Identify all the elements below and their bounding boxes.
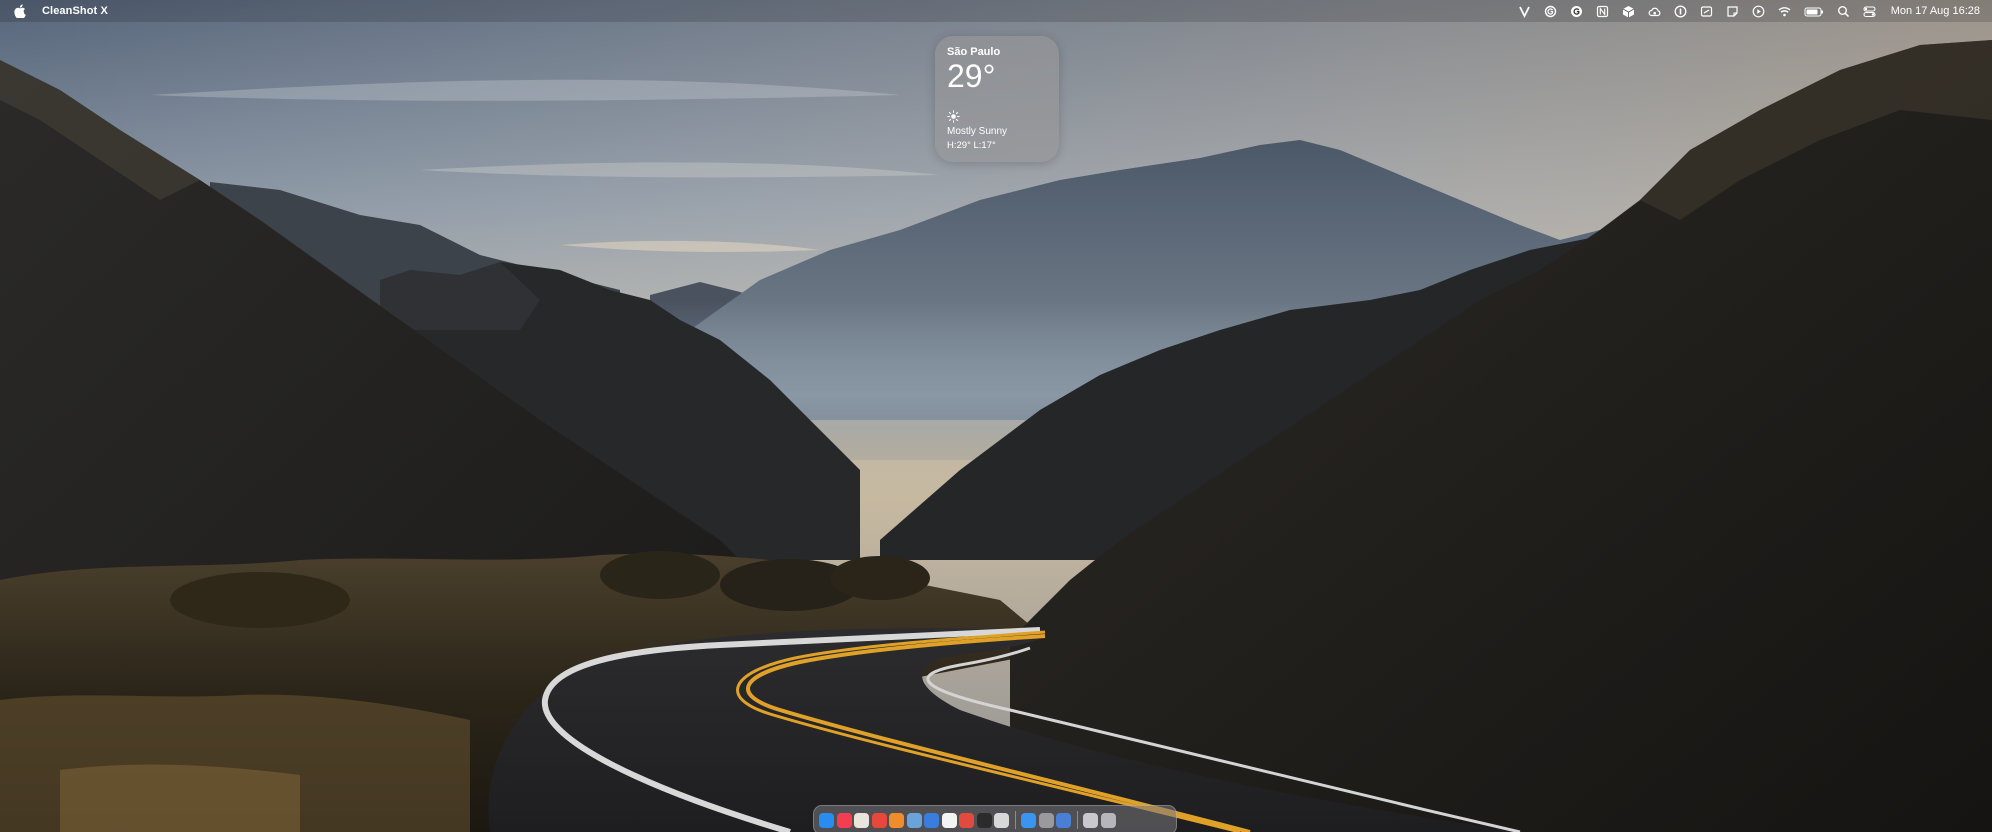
battery-icon[interactable] bbox=[1804, 5, 1824, 18]
wifi-icon[interactable] bbox=[1778, 5, 1791, 18]
weather-condition: Mostly Sunny bbox=[947, 126, 1008, 137]
dock-browser-app-icon[interactable] bbox=[1056, 812, 1071, 828]
1password-icon[interactable] bbox=[1674, 5, 1687, 18]
box-icon[interactable] bbox=[1622, 5, 1635, 18]
weather-widget[interactable]: São Paulo 29° Mostly Sunny H:29° L:17° bbox=[935, 36, 1059, 162]
weather-city: São Paulo bbox=[947, 46, 1001, 58]
grammarly-g-icon[interactable] bbox=[1570, 5, 1583, 18]
menu-bar: CleanShot X Mon 17 Aug 16:28 bbox=[0, 0, 1992, 22]
desktop: CleanShot X Mon 17 Aug 16:28 São Paulo 2… bbox=[0, 0, 1992, 832]
focus-icon[interactable] bbox=[1700, 5, 1713, 18]
dock-ball-app-icon[interactable] bbox=[994, 812, 1009, 828]
search-icon[interactable] bbox=[1837, 5, 1850, 18]
dock-system-settings-icon[interactable] bbox=[1038, 812, 1054, 828]
notion-icon[interactable] bbox=[1596, 5, 1609, 18]
dock-separator bbox=[1014, 811, 1016, 829]
control-center-icon[interactable] bbox=[1863, 5, 1876, 18]
weather-temperature: 29° bbox=[947, 58, 996, 94]
grammarly-icon[interactable] bbox=[1544, 5, 1557, 18]
dock-downloads-folder-icon[interactable] bbox=[1083, 812, 1098, 828]
sun-icon bbox=[947, 110, 960, 123]
dock-safari-icon[interactable] bbox=[1021, 812, 1036, 828]
play-icon[interactable] bbox=[1752, 5, 1765, 18]
dock-music-icon[interactable] bbox=[836, 812, 852, 828]
dock-terminal-app-icon[interactable] bbox=[976, 812, 992, 828]
vectorize-icon[interactable] bbox=[1518, 5, 1531, 18]
active-app-name[interactable]: CleanShot X bbox=[42, 5, 108, 17]
dock-photos-icon[interactable] bbox=[854, 812, 869, 828]
dock-separator bbox=[1076, 811, 1078, 829]
note-icon[interactable] bbox=[1726, 5, 1739, 18]
dock-things-icon[interactable] bbox=[924, 812, 939, 828]
clock-datetime[interactable]: Mon 17 Aug 16:28 bbox=[1891, 5, 1980, 17]
menu-bar-right: Mon 17 Aug 16:28 bbox=[1518, 0, 1980, 22]
cloud-sync-icon[interactable] bbox=[1648, 5, 1661, 18]
dock bbox=[813, 805, 1177, 832]
dock-preview-icon[interactable] bbox=[906, 812, 922, 828]
weather-high-low: H:29° L:17° bbox=[947, 140, 996, 151]
menu-bar-left: CleanShot X bbox=[14, 0, 108, 22]
dock-finder-icon[interactable] bbox=[819, 812, 834, 828]
dock-chrome-icon[interactable] bbox=[871, 812, 887, 828]
apple-icon[interactable] bbox=[14, 4, 26, 19]
dock-notion-icon[interactable] bbox=[941, 812, 957, 828]
dock-photo-app-icon[interactable] bbox=[889, 812, 904, 828]
dock-todoist-icon[interactable] bbox=[959, 812, 974, 828]
dock-trash-icon[interactable] bbox=[1100, 812, 1116, 828]
